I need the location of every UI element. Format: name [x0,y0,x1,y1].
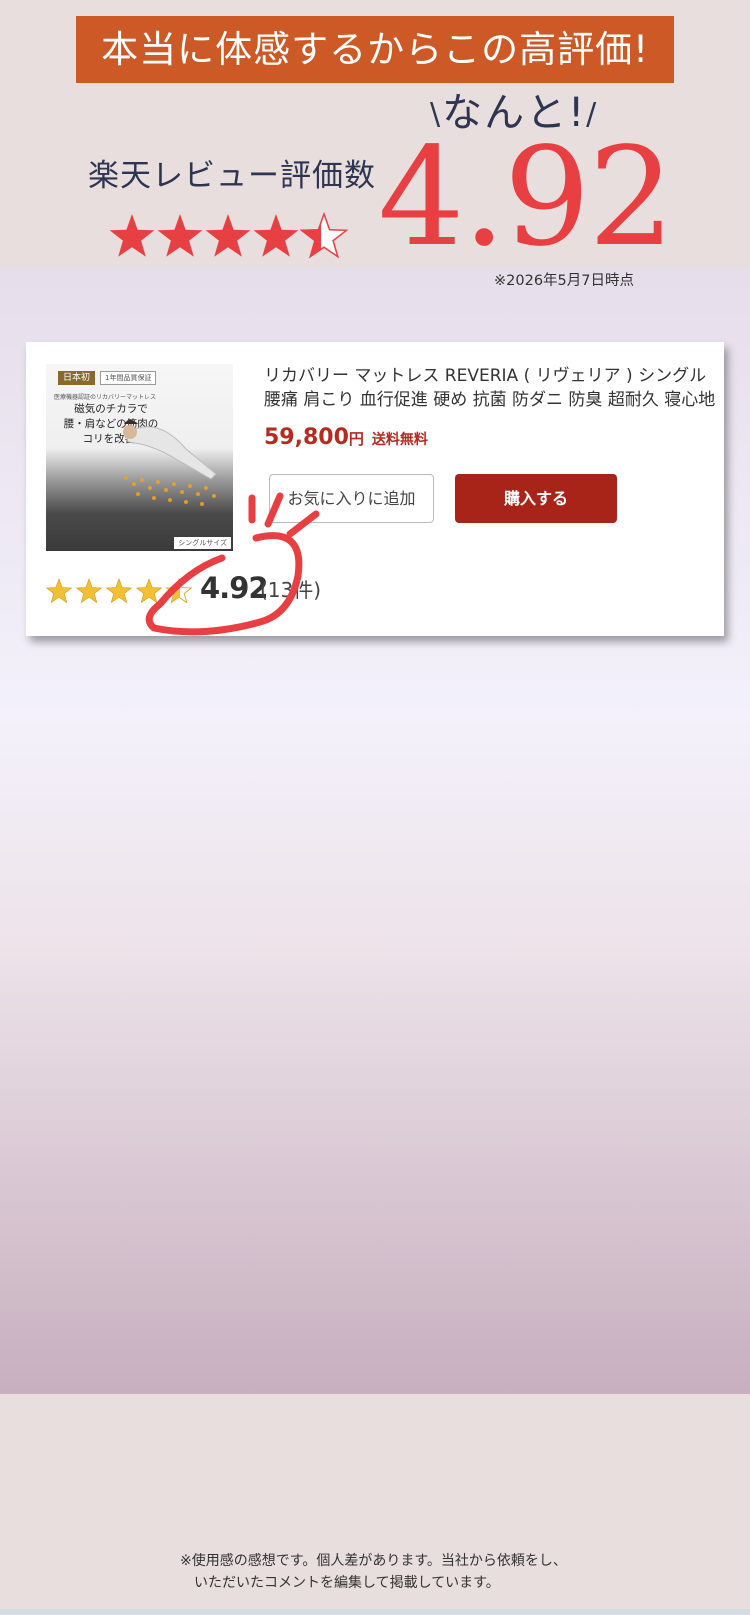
star-full-icon [253,214,299,257]
product-name-line: リカバリー マットレス REVERIA ( リヴェリア ) シングル [264,366,707,386]
buy-button[interactable]: 購入する [455,474,617,523]
product-card: 日本初 1年間品質保証 医療機器認証のリカバリーマットレス 磁気のチカラで 腰・… [26,342,724,636]
headline-banner: 本当に体感するからこの高評価! [76,16,674,83]
disclaimer-line: いただいたコメントを編集して掲載しています。 [180,1575,500,1591]
disclaimer-note: ※使用感の感想です。個人差があります。当社から依頼をし、 いただいたコメントを編… [180,1550,600,1596]
price-unit: 円 [348,430,364,448]
highlight-circle-icon [145,492,320,636]
image-badge: 日本初 [58,371,96,385]
star-partial-icon [300,213,348,258]
bottom-strip [0,1609,750,1615]
price-value: 59,800 [264,425,349,450]
product-name-link[interactable]: リカバリー マットレス REVERIA ( リヴェリア ) シングル 腰痛 肩こ… [264,364,724,416]
star-full-icon [46,578,72,603]
star-full-icon [205,214,251,257]
big-score: 4.92 [378,119,675,277]
product-name-line: 腰痛 肩こり 血行促進 硬め 抗菌 防ダニ 防臭 超耐久 寝心地 [264,390,716,410]
star-full-icon [109,214,155,257]
disclaimer-line: ※使用感の感想です。個人差があります。当社から依頼をし、 [180,1553,567,1569]
big-star-rating [109,213,348,258]
star-full-icon [76,578,102,603]
star-full-icon [106,578,132,603]
image-warranty-badge: 1年間品質保証 [100,371,157,385]
price-row: 59,800円 送料無料 [264,420,564,456]
star-full-icon [157,214,203,257]
shipping-label: 送料無料 [371,432,428,448]
date-note: ※2026年5月7日時点 [494,273,635,289]
review-label: 楽天レビュー評価数 [88,158,376,194]
